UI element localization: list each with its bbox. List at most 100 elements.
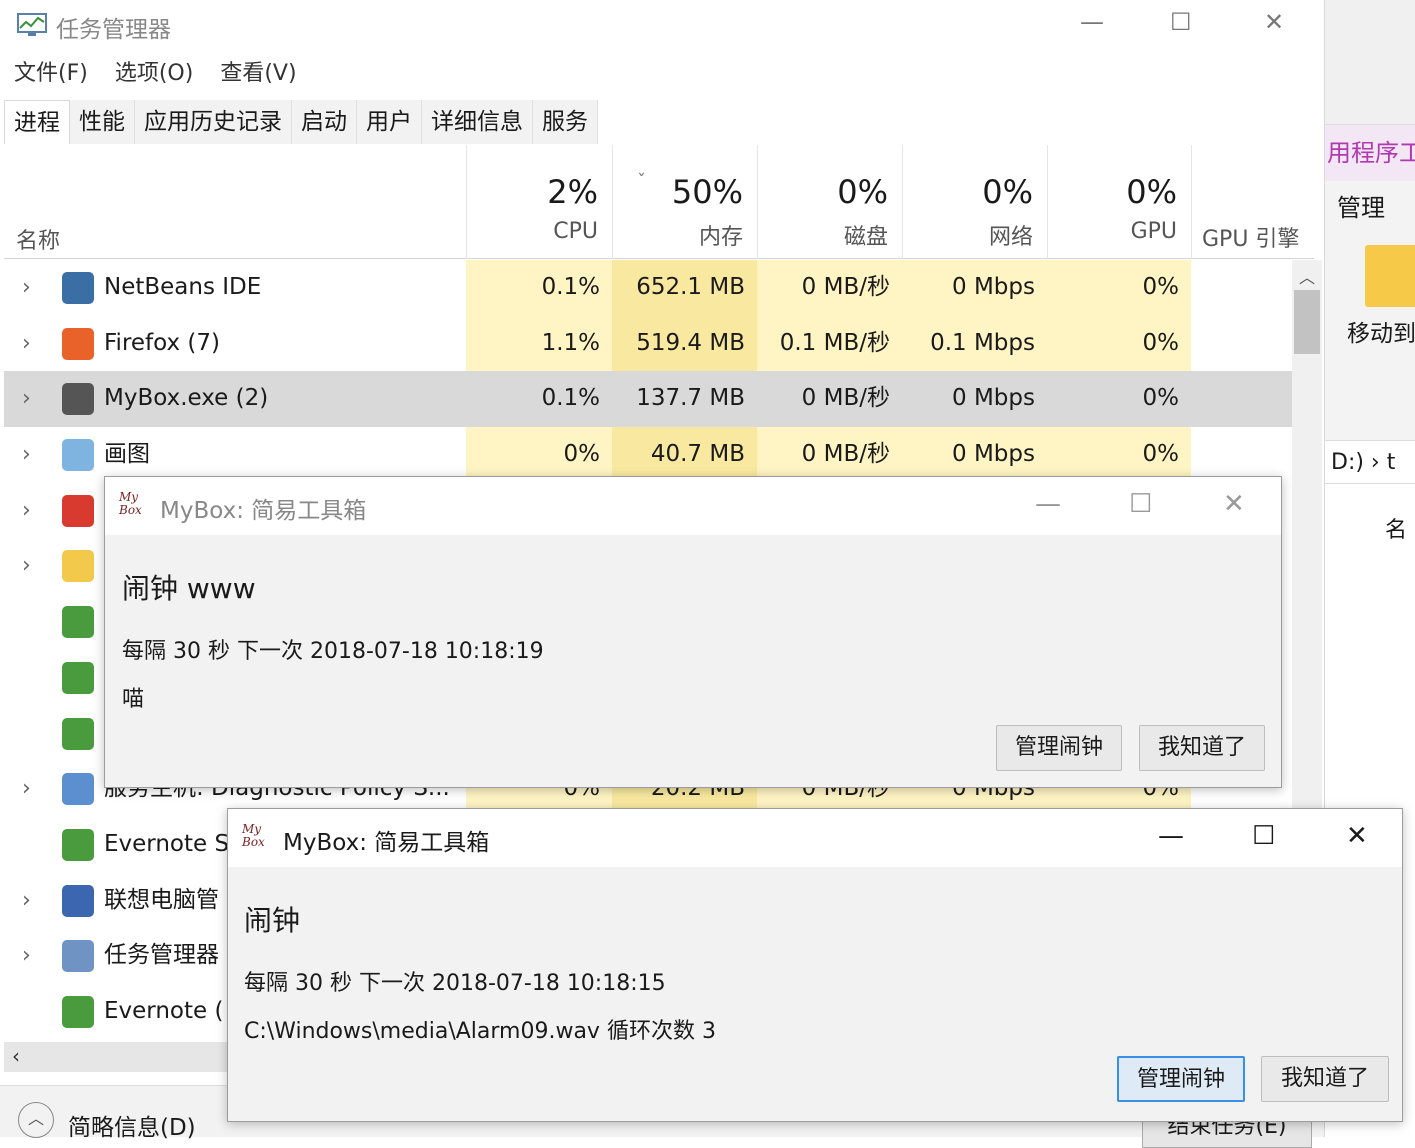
cell-disk: 0 MB/秒 — [757, 427, 902, 483]
close-button[interactable]: ✕ — [1223, 489, 1245, 519]
column-header-gpu[interactable]: 0% GPU — [1047, 145, 1191, 259]
cell-mem: 137.7 MB — [636, 385, 745, 412]
column-header-memory[interactable]: ˇ 50% 内存 — [612, 145, 757, 259]
tab-app-history[interactable]: 应用历史记录 — [135, 100, 292, 144]
gear-icon — [62, 773, 94, 806]
got-it-button[interactable]: 我知道了 — [1139, 725, 1265, 771]
column-header-name[interactable]: 名称 — [16, 223, 60, 255]
maximize-button[interactable]: ☐ — [1170, 8, 1192, 36]
process-name: 画图 — [104, 441, 150, 468]
disk-label: 磁盘 — [843, 225, 888, 250]
netbeans-icon — [62, 272, 94, 304]
netease-music-icon — [62, 494, 94, 527]
network-total: 0% — [982, 173, 1033, 211]
process-name: Firefox (7) — [104, 329, 221, 356]
move-to-label[interactable]: 移动到 — [1347, 314, 1415, 348]
cell-net: 0 Mbps — [902, 260, 1047, 316]
table-row[interactable]: › NetBeans IDE 0.1% 652.1 MB 0 MB/秒 0 Mbps 0% — [4, 260, 1292, 316]
disk-total: 0% — [837, 173, 888, 211]
tab-startup[interactable]: 启动 — [292, 100, 357, 144]
manage-alarm-button[interactable]: 管理闹钟 — [1117, 1056, 1245, 1102]
maximize-button[interactable]: ☐ — [1129, 489, 1152, 519]
menu-options[interactable]: 选项(O) — [115, 55, 193, 87]
expand-chevron-icon[interactable]: › — [22, 483, 31, 538]
column-header-gpu-engine[interactable]: GPU 引擎 — [1191, 145, 1314, 259]
column-header-name[interactable]: 名 — [1385, 512, 1407, 544]
expand-chevron-icon[interactable]: › — [22, 427, 31, 482]
ribbon-tab-app-tools[interactable]: 用程序工 — [1325, 125, 1415, 181]
expand-chevron-icon[interactable]: › — [22, 928, 31, 983]
gpu-total: 0% — [1126, 173, 1177, 211]
cell-disk: 0 MB/秒 — [757, 260, 902, 316]
process-name: Evernote S — [104, 830, 230, 857]
move-to-icon[interactable] — [1365, 245, 1415, 307]
title-bar: 任务管理器 — ☐ ✕ — [0, 0, 1324, 50]
column-header-network[interactable]: 0% 网络 — [902, 145, 1047, 259]
mybox-logo-icon: My Box — [242, 822, 265, 849]
cell-net: 0 Mbps — [902, 427, 1047, 483]
expand-chevron-icon[interactable]: › — [22, 873, 31, 928]
tab-bar: 进程 性能 应用历史记录 启动 用户 详细信息 服务 — [4, 100, 598, 144]
menu-view[interactable]: 查看(V) — [220, 55, 296, 87]
cell-gpu: 0% — [1047, 260, 1191, 316]
lenovo-icon — [62, 884, 94, 917]
expand-chevron-icon[interactable]: › — [22, 538, 31, 593]
expand-chevron-icon[interactable]: › — [22, 761, 31, 816]
cell-mem: 40.7 MB — [612, 427, 757, 483]
cell-cpu: 1.1% — [466, 315, 612, 372]
process-name: MyBox.exe (2) — [104, 385, 269, 412]
manage-alarm-button[interactable]: 管理闹钟 — [996, 725, 1122, 771]
dialog-title-bar: My Box MyBox: 简易工具箱 — ☐ ✕ — [228, 809, 1402, 867]
alarm-schedule: 每隔 30 秒 下一次 2018-07-18 10:18:15 — [244, 971, 666, 996]
cell-gpu: 0% — [1047, 315, 1191, 372]
address-bar[interactable]: D:) › t — [1325, 440, 1415, 484]
expand-chevron-icon[interactable]: › — [22, 316, 31, 371]
minimize-button[interactable]: — — [1158, 821, 1184, 851]
task-manager-icon — [17, 13, 47, 36]
maximize-button[interactable]: ☐ — [1252, 821, 1275, 851]
table-row[interactable]: › Firefox (7) 1.1% 519.4 MB 0.1 MB/秒 0.1 Mbps… — [4, 315, 1292, 372]
got-it-button[interactable]: 我知道了 — [1261, 1056, 1389, 1102]
tab-services[interactable]: 服务 — [533, 100, 598, 144]
column-header-cpu[interactable]: 2% CPU — [466, 145, 612, 259]
close-button[interactable]: ✕ — [1264, 8, 1284, 36]
explorer-ribbon — [1325, 0, 1415, 125]
scroll-left-icon[interactable]: ‹ — [12, 1044, 20, 1068]
taskmgr-icon — [62, 940, 94, 973]
tab-users[interactable]: 用户 — [357, 100, 422, 144]
cell-cpu: 0.1% — [466, 260, 612, 316]
firefox-icon — [62, 327, 94, 360]
process-name: 任务管理器 — [104, 942, 219, 969]
scroll-up-icon[interactable]: ︿ — [1299, 264, 1315, 288]
tab-processes[interactable]: 进程 — [4, 100, 70, 144]
collapse-icon[interactable]: ︿ — [18, 1102, 54, 1138]
alarm-dialog-1: My Box MyBox: 简易工具箱 — ☐ ✕ 闹钟 www 每隔 30 秒… — [104, 476, 1282, 788]
alarm-schedule: 每隔 30 秒 下一次 2018-07-18 10:18:19 — [122, 639, 544, 664]
tab-performance[interactable]: 性能 — [70, 100, 135, 144]
table-row[interactable]: › MyBox.exe (2) 0.1% 137.7 MB 0 MB/秒 0 Mbps 0% — [4, 371, 1292, 428]
dialog-title: MyBox: 简易工具箱 — [283, 830, 490, 856]
cell-cpu: 0.1% — [541, 385, 600, 412]
menu-file[interactable]: 文件(F) — [14, 55, 88, 87]
evernote-icon — [62, 717, 94, 750]
cpu-label: CPU — [553, 219, 598, 244]
gpu-engine-label: GPU 引擎 — [1202, 227, 1300, 252]
expand-chevron-icon[interactable]: › — [22, 371, 31, 426]
table-row[interactable]: › 画图 0% 40.7 MB 0 MB/秒 0 Mbps 0% — [4, 427, 1292, 483]
cell-mem: 652.1 MB — [612, 260, 757, 316]
sort-chevron-icon: ˇ — [637, 171, 646, 192]
window-title: 任务管理器 — [56, 17, 171, 43]
tab-details[interactable]: 详细信息 — [422, 100, 533, 144]
minimize-button[interactable]: — — [1035, 489, 1061, 519]
evernote-icon — [62, 661, 94, 694]
minimize-button[interactable]: — — [1080, 8, 1104, 36]
alarm-heading: 闹钟 — [244, 904, 301, 937]
expand-chevron-icon[interactable]: › — [22, 260, 31, 315]
mybox-logo-icon: My Box — [119, 490, 142, 517]
process-name: Evernote ( — [104, 997, 224, 1024]
scroll-thumb[interactable] — [1294, 290, 1320, 354]
column-header-disk[interactable]: 0% 磁盘 — [757, 145, 902, 259]
evernote-icon — [62, 606, 94, 639]
cell-disk: 0 MB/秒 — [801, 385, 890, 412]
close-button[interactable]: ✕ — [1346, 821, 1368, 851]
